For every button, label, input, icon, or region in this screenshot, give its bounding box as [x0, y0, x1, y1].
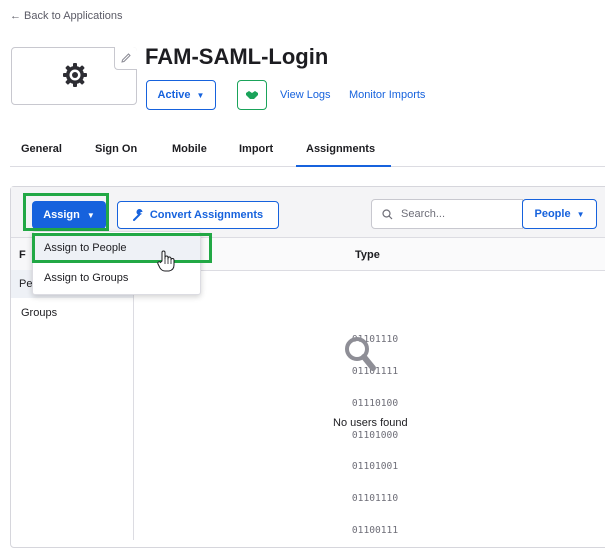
search-input[interactable]: Search... — [371, 199, 523, 229]
status-label: Active — [157, 89, 191, 101]
binary-line: 01100111 — [351, 524, 399, 536]
tab-sign-on[interactable]: Sign On — [95, 143, 137, 155]
people-filter-dropdown[interactable]: People ▼ — [522, 199, 597, 229]
view-logs-link[interactable]: View Logs — [280, 89, 331, 101]
app-logo — [11, 47, 137, 105]
binary-line: 01101110 — [351, 493, 399, 505]
push-groups-button[interactable] — [237, 80, 267, 110]
tab-general[interactable]: General — [21, 143, 62, 155]
filter-item-groups[interactable]: Groups — [21, 307, 57, 319]
tab-mobile[interactable]: Mobile — [172, 143, 207, 155]
menu-item-label: Assign to Groups — [44, 272, 129, 284]
edit-logo-button[interactable] — [114, 47, 137, 70]
people-label: People — [534, 208, 571, 220]
convert-label: Convert Assignments — [149, 209, 264, 221]
active-tab-indicator — [296, 165, 391, 167]
handshake-icon — [246, 91, 258, 99]
binary-line: 01101000 — [351, 429, 399, 441]
tab-assignments[interactable]: Assignments — [306, 143, 375, 155]
wrench-icon — [132, 209, 143, 221]
no-users-message: No users found — [333, 417, 408, 429]
search-icon — [382, 208, 393, 219]
hand-cursor-icon — [157, 250, 175, 272]
convert-assignments-button[interactable]: Convert Assignments — [117, 201, 279, 229]
tab-import[interactable]: Import — [239, 143, 273, 155]
binary-line: 01101001 — [351, 461, 399, 473]
back-to-applications-link[interactable]: ← Back to Applications — [10, 10, 123, 22]
highlight-box-assign — [23, 193, 109, 231]
pencil-icon — [121, 53, 131, 63]
status-dropdown[interactable]: Active ▼ — [146, 80, 216, 110]
caret-down-icon: ▼ — [196, 90, 205, 100]
filter-header-label: F — [19, 249, 26, 261]
column-type-header: Type — [355, 249, 380, 261]
monitor-imports-link[interactable]: Monitor Imports — [349, 89, 425, 101]
filter-item-people-label: Pe — [19, 278, 33, 290]
binary-line: 01110100 — [351, 397, 399, 409]
app-title: FAM-SAML-Login — [145, 44, 329, 69]
magnifier-icon — [345, 337, 376, 371]
gear-icon — [62, 62, 88, 93]
search-placeholder: Search... — [401, 208, 446, 220]
caret-down-icon: ▼ — [576, 209, 585, 219]
highlight-box-assign-to-people — [32, 233, 212, 263]
